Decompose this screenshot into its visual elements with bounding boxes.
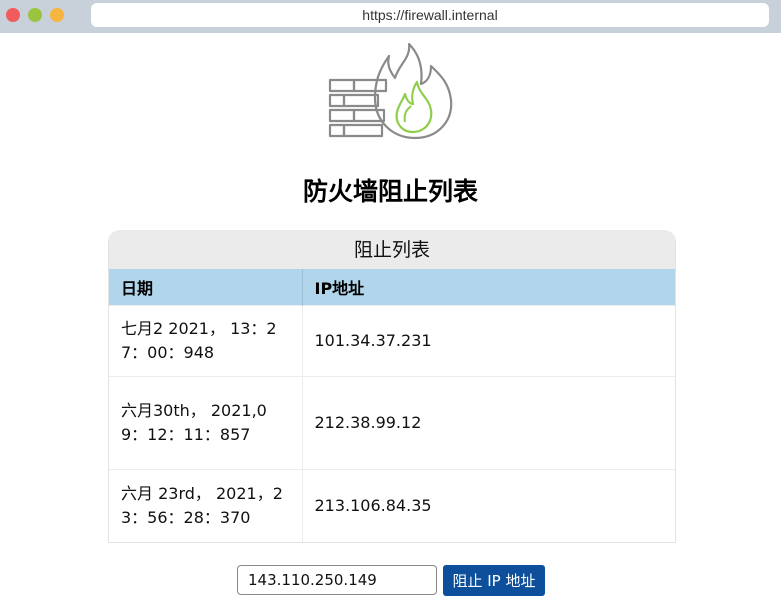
address-bar[interactable]: https://firewall.internal [91,3,769,27]
table-row: 六月30th， 2021,09：12：11：857 212.38.99.12 [109,376,675,470]
minimize-window-button[interactable] [28,8,42,22]
maximize-window-button[interactable] [50,8,64,22]
column-header-date: 日期 [109,269,303,306]
blocklist-table-card: 阻止列表 日期 IP地址 七月2 2021， 13：27：00：948 101.… [108,230,676,543]
date-cell: 七月2 2021， 13：27：00：948 [109,305,303,377]
date-cell: 六月30th， 2021,09：12：11：857 [109,376,303,470]
blocklist-table: 日期 IP地址 七月2 2021， 13：27：00：948 101.34.37… [109,269,675,542]
table-row: 六月 23rd， 2021，23：56：28：370 213.106.84.35 [109,469,675,542]
table-row: 七月2 2021， 13：27：00：948 101.34.37.231 [109,305,675,377]
close-window-button[interactable] [6,8,20,22]
table-header-row: 日期 IP地址 [109,269,675,306]
browser-toolbar: https://firewall.internal [0,0,781,33]
block-ip-button[interactable]: 阻止 IP 地址 [443,565,545,596]
ip-cell: 213.106.84.35 [302,469,675,542]
ip-cell: 101.34.37.231 [302,305,675,377]
ip-cell: 212.38.99.12 [302,376,675,470]
date-cell: 六月 23rd， 2021，23：56：28：370 [109,469,303,542]
column-header-ip: IP地址 [302,269,675,306]
table-caption: 阻止列表 [109,230,675,269]
firewall-icon [328,42,453,140]
ip-address-input[interactable] [237,565,437,595]
page-title: 防火墙阻止列表 [302,177,478,206]
